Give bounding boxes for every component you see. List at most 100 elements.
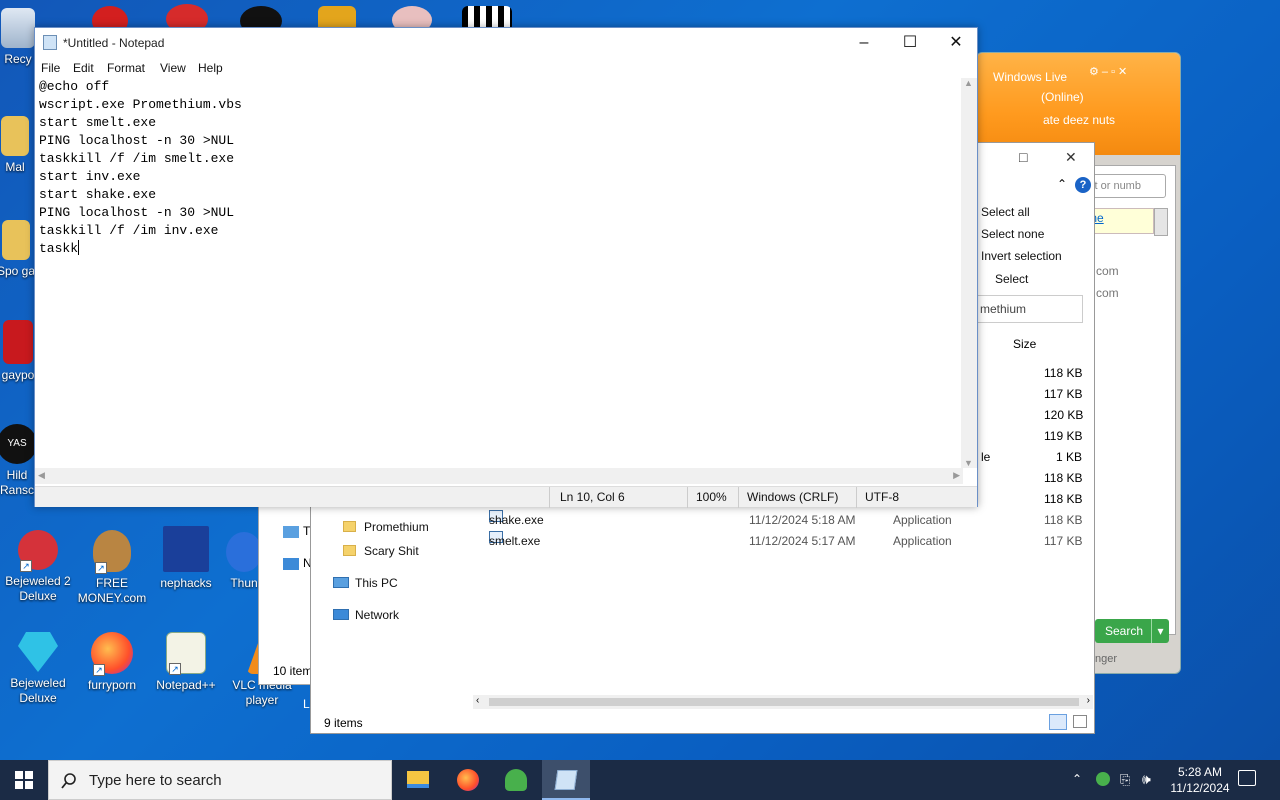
notepad-icon — [43, 35, 57, 50]
volume-icon[interactable]: 🕪 — [1142, 771, 1151, 800]
taskbar-firefox[interactable] — [444, 760, 492, 800]
menu-file[interactable]: File — [41, 61, 60, 75]
messenger-footer: nger — [1095, 653, 1118, 665]
desktop-icon-furryporn[interactable]: ↗ furryporn — [74, 632, 150, 693]
taskbar-messenger[interactable] — [492, 760, 540, 800]
desktop-icon-label: nephacks — [160, 576, 212, 590]
chevron-up-icon[interactable]: ⌃ — [1072, 772, 1082, 800]
desktop-icon-label: Notepad++ — [156, 678, 216, 692]
large-icons-view-icon[interactable] — [1073, 715, 1087, 728]
notepad-window[interactable]: *Untitled - Notepad – ☐ ✕ File Edit Form… — [34, 27, 978, 508]
messenger-contact[interactable]: com — [1096, 286, 1119, 300]
messenger-contact[interactable]: com — [1096, 264, 1119, 278]
messenger-scroll-icon[interactable] — [1154, 208, 1168, 236]
notepad-icon — [554, 770, 578, 790]
thunderbird-icon — [226, 532, 262, 572]
menu-view[interactable]: View — [160, 61, 186, 75]
network-icon[interactable]: ⎘ — [1120, 772, 1130, 800]
notification-icon[interactable] — [1238, 770, 1256, 786]
taskbar-notepad[interactable] — [542, 760, 590, 800]
notepad-titlebar[interactable]: *Untitled - Notepad – ☐ ✕ — [35, 28, 977, 58]
chevron-left-icon[interactable]: ◀ — [38, 470, 45, 481]
file-date: 11/12/2024 5:17 AM — [749, 534, 856, 548]
desktop-icon-bejeweled[interactable]: Bejeweled Deluxe — [0, 632, 76, 706]
messenger-personal-message[interactable]: ate deez nuts — [1043, 113, 1115, 127]
explorer-search-input[interactable]: methium — [973, 295, 1083, 323]
folder-icon — [407, 771, 429, 788]
nav-item-this-pc[interactable]: This PC — [333, 576, 398, 590]
file-size: 118 KB — [1044, 471, 1083, 485]
messenger-status[interactable]: (Online) — [1041, 90, 1084, 104]
file-size: 117 KB — [1044, 534, 1083, 548]
firefox-icon: ↗ — [91, 632, 133, 676]
file-size: 1 KB — [1056, 450, 1083, 464]
system-clock[interactable]: 5:28 AM 11/12/2024 — [1160, 764, 1240, 796]
text-editor[interactable]: @echo off wscript.exe Promethium.vbs start… — [35, 78, 963, 468]
messenger-buddy-icon — [505, 769, 527, 791]
desktop-icon-bejeweled2[interactable]: ↗ Bejeweled 2 Deluxe — [0, 530, 76, 604]
shortcut-arrow-icon: ↗ — [93, 664, 105, 676]
notepadpp-icon: ↗ — [166, 632, 206, 675]
search-placeholder: Type here to search — [89, 772, 222, 789]
file-row[interactable]: shake.exe 11/12/2024 5:18 AM Application… — [487, 510, 1087, 530]
file-type: le — [981, 450, 991, 464]
desktop-icon-mal[interactable]: Mal — [0, 116, 38, 175]
desktop-icon-free-money[interactable]: ↗ FREE MONEY.com — [74, 530, 150, 606]
messenger-window-controls[interactable]: ⚙ – ▫ ✕ — [1089, 65, 1127, 78]
chevron-down-icon[interactable]: ▼ — [964, 458, 973, 468]
editor-line: taskkill /f /im inv.exe — [39, 223, 219, 238]
editor-line: PING localhost -n 30 >NUL — [39, 205, 235, 220]
column-header-size[interactable]: Size — [1013, 337, 1036, 351]
editor-vertical-scrollbar[interactable]: ▲ ▼ — [961, 78, 977, 468]
file-size: 118 KB — [1044, 492, 1083, 506]
chevron-left-icon[interactable]: ‹ — [476, 695, 479, 706]
file-size: 118 KB — [1044, 513, 1083, 527]
file-size: 118 KB — [1044, 366, 1083, 380]
start-button[interactable] — [0, 760, 48, 800]
menu-help[interactable]: Help — [198, 61, 223, 75]
file-row[interactable]: smelt.exe 11/12/2024 5:17 AM Application… — [487, 531, 1087, 551]
select-all-button[interactable]: Select all — [981, 205, 1030, 219]
select-none-button[interactable]: Select none — [981, 227, 1044, 241]
explorer-window-back[interactable]: T N 10 item — [258, 505, 318, 685]
chevron-up-icon[interactable]: ▲ — [964, 78, 973, 88]
nav-item-label: Scary Shit — [364, 544, 419, 558]
taskbar-search-box[interactable]: Type here to search — [48, 760, 392, 800]
clock-time: 5:28 AM — [1177, 765, 1223, 779]
messenger-tray-icon[interactable] — [1096, 772, 1110, 786]
shortcut-arrow-icon: ↗ — [95, 562, 107, 574]
chevron-right-icon[interactable]: ▶ — [953, 470, 960, 481]
chevron-right-icon[interactable]: › — [1087, 695, 1090, 706]
explorer-horizontal-scrollbar[interactable]: ‹ › — [473, 695, 1093, 709]
nav-item-scary-shit[interactable]: Scary Shit — [343, 544, 419, 558]
chevron-up-icon[interactable]: ⌃ — [1057, 177, 1067, 191]
minimize-button[interactable]: – — [841, 32, 887, 54]
taskbar-file-explorer[interactable] — [394, 760, 442, 800]
editor-horizontal-scrollbar[interactable]: ◀ ▶ — [35, 468, 963, 484]
desktop-icon-label: furryporn — [87, 678, 137, 692]
desktop-icon-notepadpp[interactable]: ↗ Notepad++ — [148, 632, 224, 693]
help-icon[interactable]: ? — [1075, 177, 1091, 193]
desktop-icon-nephacks[interactable]: nephacks — [148, 526, 224, 591]
close-button[interactable]: ✕ — [1065, 149, 1077, 166]
messenger-search-button[interactable]: Search ▾ — [1095, 619, 1169, 643]
nav-item-network[interactable]: Network — [333, 608, 399, 622]
folder-icon — [343, 545, 356, 556]
editor-line: taskk — [39, 241, 79, 256]
invert-selection-button[interactable]: Invert selection — [981, 249, 1062, 263]
chevron-down-icon[interactable]: ▾ — [1151, 619, 1169, 643]
windows-logo-icon — [15, 771, 33, 789]
file-type: Application — [893, 513, 952, 527]
file-size: 120 KB — [1044, 408, 1084, 422]
maximize-button[interactable]: □ — [1019, 149, 1027, 165]
scrollbar-thumb[interactable] — [489, 698, 1079, 706]
editor-line: taskkill /f /im smelt.exe — [39, 151, 235, 166]
ransomware-icon: YAS — [0, 424, 37, 464]
maximize-button[interactable]: ☐ — [887, 32, 933, 54]
menu-format[interactable]: Format — [107, 61, 145, 75]
close-button[interactable]: ✕ — [933, 32, 979, 54]
messenger-search-input[interactable]: ct or numb — [1084, 174, 1166, 198]
nav-item-promethium[interactable]: Promethium — [343, 520, 429, 534]
menu-edit[interactable]: Edit — [73, 61, 94, 75]
details-view-icon[interactable] — [1049, 714, 1067, 730]
